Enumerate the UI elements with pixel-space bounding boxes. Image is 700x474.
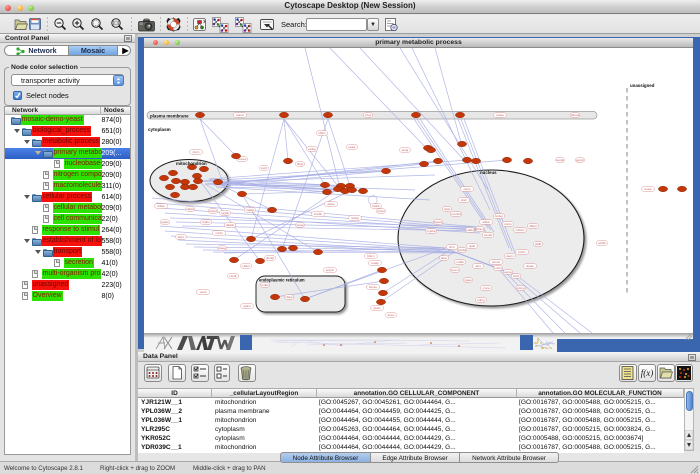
svg-text:bllom: bllom [368,254,375,258]
svg-text:ebdor: ebdor [242,264,249,268]
svg-text:crbpr: crbpr [365,113,372,117]
svg-text:ntnca: ntnca [482,286,489,290]
svg-text:pppba: pppba [458,248,466,252]
svg-text:daorn: daorn [506,254,514,258]
svg-text:leprn: leprn [178,235,185,239]
svg-text:mdsms: mdsms [515,228,525,232]
svg-text:cnrdc: cnrdc [215,231,223,235]
svg-text:drbap: drbap [157,204,165,208]
svg-text:sccpm: sccpm [326,268,335,272]
svg-text:cytoplasm: cytoplasm [148,127,171,132]
svg-text:drprn: drprn [193,150,200,154]
svg-text:stdcl: stdcl [513,274,519,278]
svg-text:rgaao: rgaao [464,278,472,282]
svg-text:dnsrr: dnsrr [461,198,468,202]
svg-text:oesar: oesar [348,145,355,149]
svg-text:mitochondrion: mitochondrion [176,161,207,166]
svg-text:f(x): f(x) [641,368,654,378]
svg-text:bndep: bndep [495,214,503,218]
svg-text:cggdp: cggdp [221,211,229,215]
svg-text:cento: cento [463,187,470,191]
svg-text:dpmlp: dpmlp [266,256,274,260]
svg-text:ptdlb: ptdlb [535,242,542,246]
svg-text:relpp: relpp [444,207,451,211]
svg-text:nsnao: nsnao [296,223,304,227]
svg-text:entap: entap [371,261,379,265]
svg-text:apnta: apnta [504,270,512,274]
svg-text:bared: bared [236,113,244,117]
svg-text:odabr: odabr [466,228,473,232]
svg-text:mabgt: mabgt [246,208,254,212]
svg-text:cecdr: cecdr [229,274,236,278]
svg-text:oobbn: oobbn [598,241,606,245]
svg-text:bpnse: bpnse [369,285,377,289]
svg-text:mdtla: mdtla [456,260,463,264]
svg-text:nucleus: nucleus [480,170,497,175]
svg-text:bsatb: bsatb [372,204,379,208]
svg-text:plasma membrane: plasma membrane [150,114,189,119]
svg-text:bgaon: bgaon [434,220,442,224]
svg-text:rmtbs: rmtbs [261,283,269,287]
svg-text:llmtr: llmtr [449,245,454,249]
svg-text:lgdcn: lgdcn [244,304,251,308]
svg-text:bcebb: bcebb [314,212,322,216]
svg-text:prmcd: prmcd [492,260,500,264]
svg-text:aptne: aptne [327,202,335,206]
svg-text:rgstb: rgstb [469,244,476,248]
svg-text:bolaa: bolaa [496,113,503,117]
svg-text:blbgt: blbgt [297,162,303,166]
svg-text:reosp: reosp [644,187,652,191]
svg-text:dbbpl: dbbpl [529,224,536,228]
svg-text:cemdt: cemdt [484,233,492,237]
svg-text:dncro: dncro [504,222,512,226]
svg-text:endoplasmic reticulum: endoplasmic reticulum [259,278,305,283]
svg-text:msttn: msttn [494,266,501,270]
svg-text:pgtss: pgtss [162,220,169,224]
svg-text:nblbn: nblbn [318,131,325,135]
svg-text:ddnmc: ddnmc [476,227,485,231]
svg-text:gbelc: gbelc [374,306,381,310]
svg-text:dadob: dadob [226,223,234,227]
svg-text:unassigned: unassigned [630,83,655,88]
svg-text:tpotg: tpotg [402,148,409,152]
svg-text:elcpp: elcpp [518,286,525,290]
svg-text:btcbo: btcbo [518,250,525,254]
svg-text:lempt: lempt [209,209,216,213]
svg-text:necgb: necgb [556,158,564,162]
svg-text:ddnoa: ddnoa [571,113,579,117]
svg-text:dtasg: dtasg [218,246,225,250]
svg-text:adbat: adbat [482,220,489,224]
svg-text:sebtd: sebtd [186,207,193,211]
svg-text:elrrs: elrrs [475,264,481,268]
svg-text:1:1: 1:1 [114,21,119,25]
svg-text:lpoon: lpoon [451,268,458,272]
svg-text:arren: arren [388,313,395,317]
svg-text:sscrl: sscrl [261,166,267,170]
svg-text:nbtpe: nbtpe [285,295,293,299]
svg-text:mgsba: mgsba [427,229,436,233]
svg-text:mnmbd: mnmbd [451,212,461,216]
svg-text:rppbo: rppbo [202,220,210,224]
svg-text:dooao: dooao [526,264,534,268]
svg-text:pcspl: pcspl [378,209,385,213]
svg-text:ecdsg: ecdsg [308,147,316,151]
svg-text:nerol: nerol [200,290,207,294]
svg-text:nodcg: nodcg [351,216,359,220]
svg-text:edprg: edprg [477,298,485,302]
svg-text:gecmt: gecmt [576,158,584,162]
svg-text:lales: lales [441,256,447,260]
